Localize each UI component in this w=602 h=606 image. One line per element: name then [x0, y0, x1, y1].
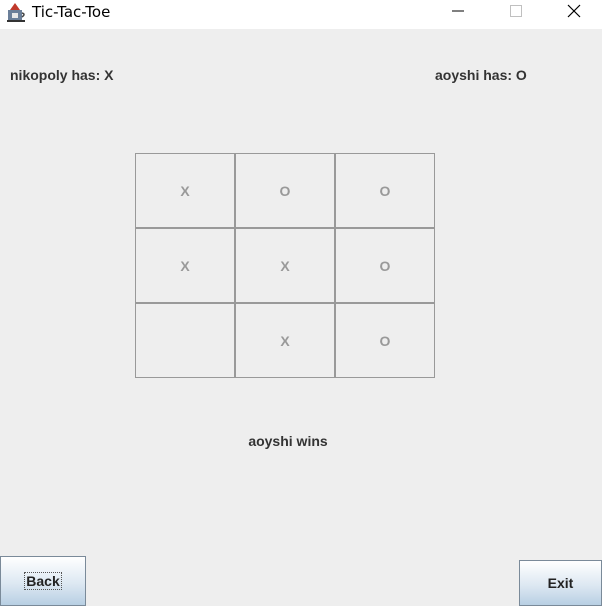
- close-icon: [567, 4, 581, 18]
- window-title: Tic-Tac-Toe: [32, 3, 111, 21]
- exit-button-label: Exit: [547, 575, 574, 591]
- minimize-button[interactable]: [430, 0, 486, 22]
- board-cell-3[interactable]: O: [335, 153, 435, 228]
- board-cell-2[interactable]: O: [235, 153, 335, 228]
- game-status: aoyshi wins: [248, 433, 328, 449]
- maximize-icon: [510, 5, 522, 17]
- board-cell-4[interactable]: X: [135, 228, 235, 303]
- back-button[interactable]: Back: [0, 556, 86, 606]
- board-cell-1[interactable]: X: [135, 153, 235, 228]
- board-cell-7[interactable]: [135, 303, 235, 378]
- game-board: X O O X X O X O: [135, 153, 435, 378]
- close-button[interactable]: [546, 0, 602, 22]
- maximize-button[interactable]: [488, 0, 544, 22]
- board-cell-6[interactable]: O: [335, 228, 435, 303]
- board-cell-8[interactable]: X: [235, 303, 335, 378]
- board-cell-9[interactable]: O: [335, 303, 435, 378]
- title-bar: Tic-Tac-Toe: [0, 0, 602, 29]
- java-cup-icon: [7, 2, 27, 22]
- app-window: Tic-Tac-Toe nikopoly has: X aoyshi has: …: [0, 0, 602, 606]
- player-x-label: nikopoly has: X: [10, 67, 114, 83]
- board-cell-5[interactable]: X: [235, 228, 335, 303]
- exit-button[interactable]: Exit: [519, 560, 602, 606]
- back-button-label: Back: [24, 572, 62, 590]
- player-o-label: aoyshi has: O: [435, 67, 527, 83]
- minimize-icon: [452, 10, 464, 12]
